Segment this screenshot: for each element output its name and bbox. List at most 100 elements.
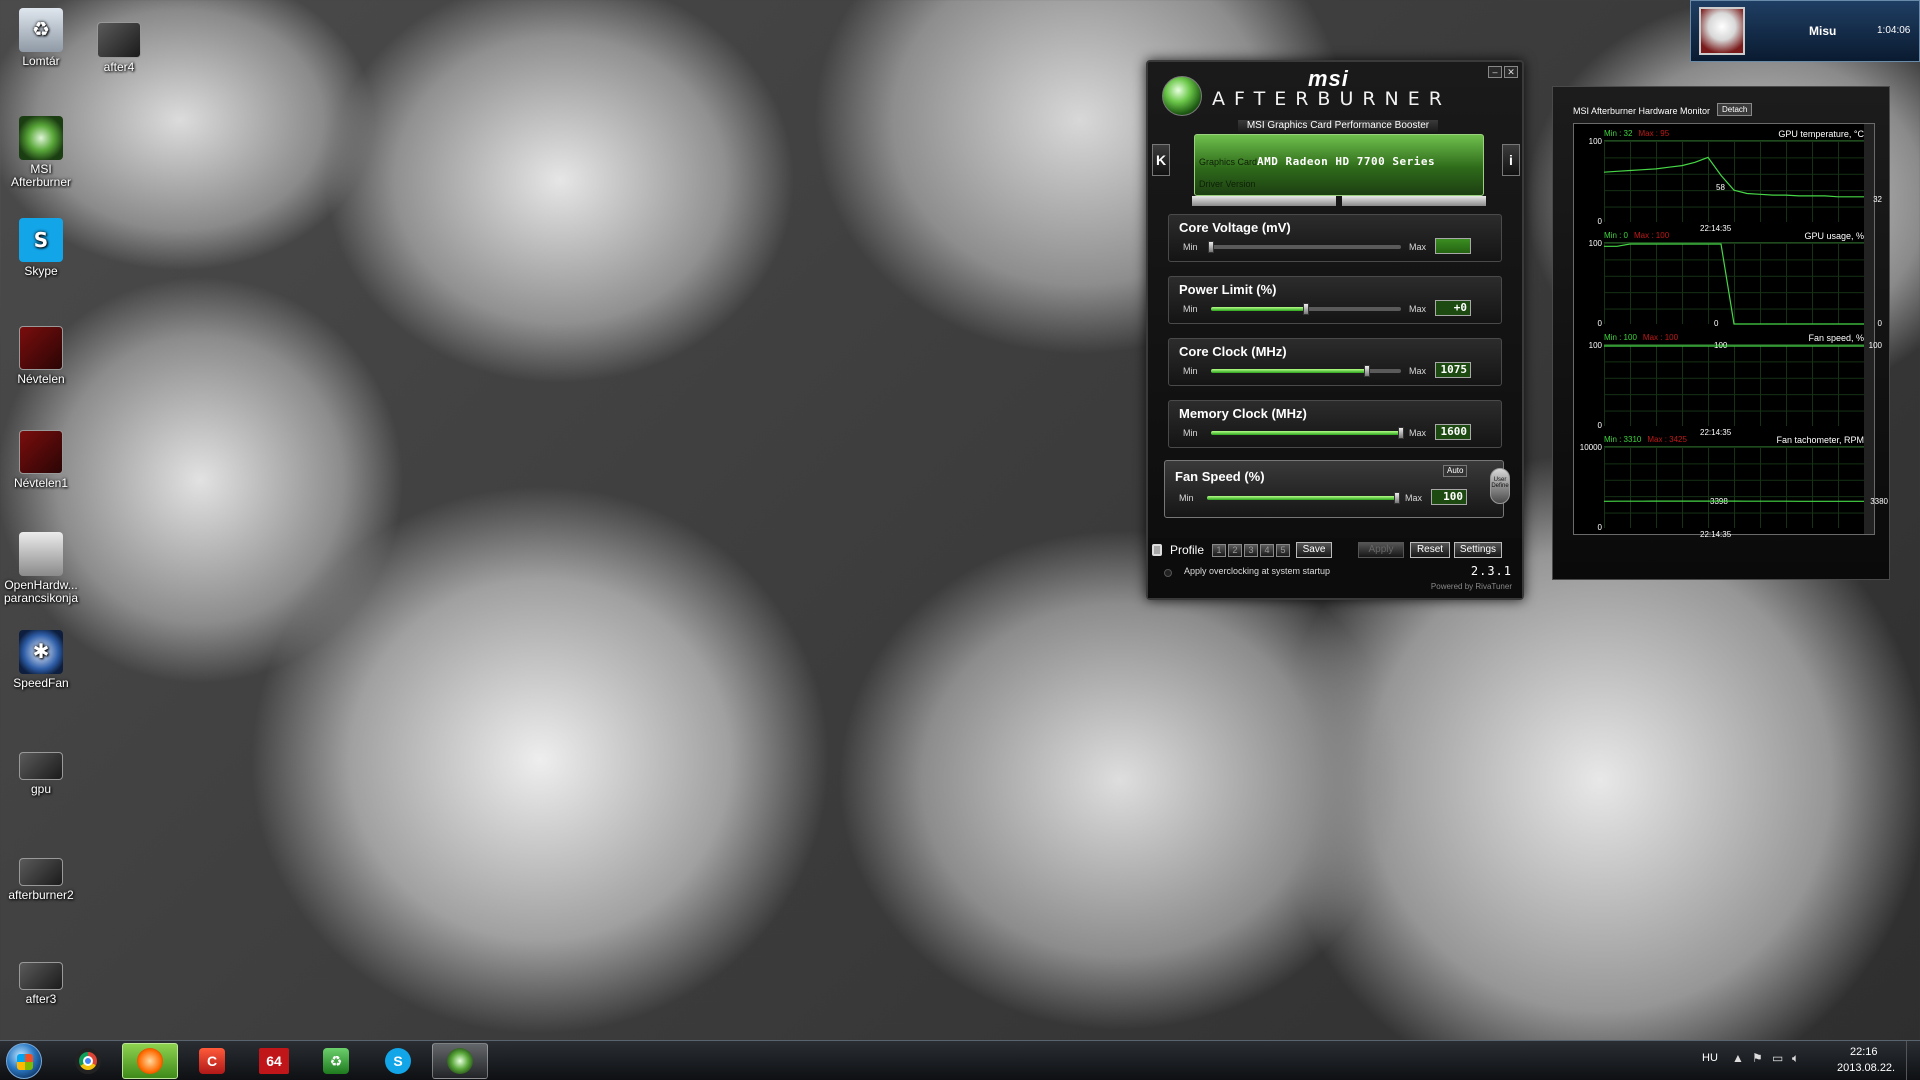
user-define-button[interactable]: User Define: [1490, 468, 1510, 504]
detach-button[interactable]: Detach: [1717, 103, 1753, 116]
slider-value-field[interactable]: 1600: [1435, 424, 1471, 440]
slider-thumb[interactable]: [1394, 492, 1400, 504]
desktop-icon-openhardwaremonitor[interactable]: OpenHardw... parancsikonja: [2, 532, 80, 605]
desktop-icon-gpu[interactable]: gpu: [2, 752, 80, 796]
profile-slot-2[interactable]: 2: [1228, 544, 1242, 557]
taskbar-app-orange[interactable]: [122, 1043, 178, 1079]
powered-by-label: Powered by RivaTuner: [1430, 582, 1512, 591]
monitor-graph-area[interactable]: Min : 32 Max : 95 GPU temperature, °C 100…: [1573, 123, 1888, 539]
profile-slot-5[interactable]: 5: [1276, 544, 1290, 557]
graph-time-label: 22:14:35: [1700, 530, 1732, 539]
slider-track[interactable]: [1207, 492, 1400, 504]
version-label: 2.3.1: [1470, 564, 1512, 578]
show-desktop-button[interactable]: [1906, 1041, 1920, 1080]
taskbar-app-recycle-tool[interactable]: ♻: [308, 1043, 364, 1079]
graph-line-fan-tachometer: [1604, 500, 1864, 502]
skin-left-button[interactable]: K: [1152, 144, 1170, 176]
taskbar-app-skype[interactable]: S: [370, 1043, 426, 1079]
graphics-card-label: Graphics Card: [1199, 157, 1258, 167]
slider-value-field[interactable]: [1435, 238, 1471, 254]
slider-label: Core Clock (MHz): [1179, 344, 1287, 359]
slider-thumb[interactable]: [1363, 365, 1370, 377]
slider-thumb[interactable]: [1303, 303, 1309, 315]
image-thumbnail-icon: [19, 326, 63, 370]
profile-slot-3[interactable]: 3: [1244, 544, 1258, 557]
lock-icon[interactable]: [1152, 544, 1162, 556]
monitor-scrollbar[interactable]: [1864, 124, 1874, 534]
driver-version-label: Driver Version: [1199, 179, 1256, 189]
recycle-bin-icon: ♻: [19, 8, 63, 52]
action-center-flag-icon[interactable]: ⚑: [1752, 1051, 1763, 1065]
windows-logo-icon: [17, 1054, 33, 1070]
desktop-icon-afterburner2[interactable]: afterburner2: [2, 858, 80, 902]
slider-track[interactable]: [1211, 427, 1404, 439]
desktop-icon-speedfan[interactable]: ✱ SpeedFan: [2, 630, 80, 690]
afterburner-titlebar[interactable]: msi AFTERBURNER – ✕: [1148, 62, 1522, 126]
graph-current-value: 100: [1868, 341, 1882, 350]
desktop-icon-after3[interactable]: after3: [2, 962, 80, 1006]
taskbar-app-aida64[interactable]: 64: [246, 1043, 302, 1079]
taskbar-app-chrome[interactable]: [60, 1043, 116, 1079]
slider-min-label: Min: [1183, 304, 1198, 314]
slider-max-label: Max: [1409, 242, 1427, 252]
volume-icon[interactable]: 🔈︎: [1792, 1051, 1799, 1066]
show-hidden-icons-icon[interactable]: ▲: [1732, 1051, 1744, 1065]
graph-series-line: [1604, 156, 1864, 198]
tab-right[interactable]: [1342, 196, 1486, 206]
slider-thumb[interactable]: [1398, 427, 1404, 439]
profile-bar: Profile 1 2 3 4 5 Save Apply Reset Setti…: [1148, 538, 1522, 598]
desktop-icon-after4[interactable]: after4: [80, 22, 158, 74]
tab-left[interactable]: [1192, 196, 1336, 206]
graph-axis-top: 100: [1588, 137, 1602, 146]
profile-slot-4[interactable]: 4: [1260, 544, 1274, 557]
app-title: AFTERBURNER: [1212, 88, 1451, 110]
desktop-icon-label: SpeedFan: [13, 676, 69, 690]
graph-max-label: Max : 100: [1642, 333, 1679, 342]
info-button[interactable]: i: [1502, 144, 1520, 176]
slider-value-field[interactable]: +0: [1435, 300, 1471, 316]
close-button[interactable]: ✕: [1504, 66, 1518, 78]
graph-name: GPU usage, %: [1804, 231, 1864, 241]
desktop-icon-recycle-bin[interactable]: ♻ Lomtár: [2, 8, 80, 68]
slider-min-label: Min: [1183, 366, 1198, 376]
taskbar-app-ccleaner[interactable]: C: [184, 1043, 240, 1079]
minimize-button[interactable]: –: [1488, 66, 1502, 78]
desktop-icon-label: after3: [25, 992, 57, 1006]
desktop-icon-skype[interactable]: S Skype: [2, 218, 80, 278]
taskbar-app-afterburner[interactable]: [432, 1043, 488, 1079]
desktop-icon-nevtelen[interactable]: Névtelen: [2, 326, 80, 386]
slider-value-field[interactable]: 1075: [1435, 362, 1471, 378]
slider-thumb[interactable]: [1208, 241, 1214, 253]
slider-label: Memory Clock (MHz): [1179, 406, 1307, 421]
image-thumbnail-icon: [19, 962, 63, 990]
desktop-icon-label: Névtelen1: [13, 476, 69, 490]
slider-value-field[interactable]: 100: [1431, 489, 1467, 505]
desktop-icon-msi-afterburner[interactable]: MSI Afterburner: [2, 116, 80, 189]
start-button[interactable]: [6, 1043, 42, 1079]
slider-fill: [1207, 496, 1397, 500]
graph-line-gpu-usage: [1604, 243, 1864, 325]
user-tile[interactable]: Misu 1:04:06: [1690, 0, 1920, 62]
clock-date[interactable]: 2013.08.22.: [1837, 1062, 1895, 1074]
desktop-icon-nevtelen1[interactable]: Névtelen1: [2, 430, 80, 490]
graph-current-value: 3380: [1870, 497, 1888, 506]
hardware-monitor-window: MSI Afterburner Hardware Monitor Detach …: [1552, 86, 1890, 580]
desktop-icon-label: afterburner2: [8, 888, 74, 902]
network-icon[interactable]: ▭: [1772, 1051, 1783, 1065]
language-indicator[interactable]: HU: [1702, 1052, 1718, 1064]
save-button[interactable]: Save: [1296, 542, 1332, 558]
apply-button[interactable]: Apply: [1358, 542, 1404, 558]
slider-track[interactable]: [1211, 303, 1401, 315]
slider-track[interactable]: [1211, 365, 1401, 377]
desktop-icon-label: Névtelen: [17, 372, 65, 386]
chrome-icon: [75, 1048, 101, 1074]
desktop-icon-label: Skype: [24, 264, 58, 278]
slider-track[interactable]: [1208, 241, 1401, 253]
reset-button[interactable]: Reset: [1410, 542, 1450, 558]
clock-time[interactable]: 22:16: [1850, 1046, 1878, 1058]
startup-toggle[interactable]: [1164, 569, 1172, 577]
fan-auto-button[interactable]: Auto: [1443, 465, 1468, 477]
profile-slot-1[interactable]: 1: [1212, 544, 1226, 557]
graph-min-label: Min : 100: [1604, 333, 1637, 342]
settings-button[interactable]: Settings: [1454, 542, 1502, 558]
